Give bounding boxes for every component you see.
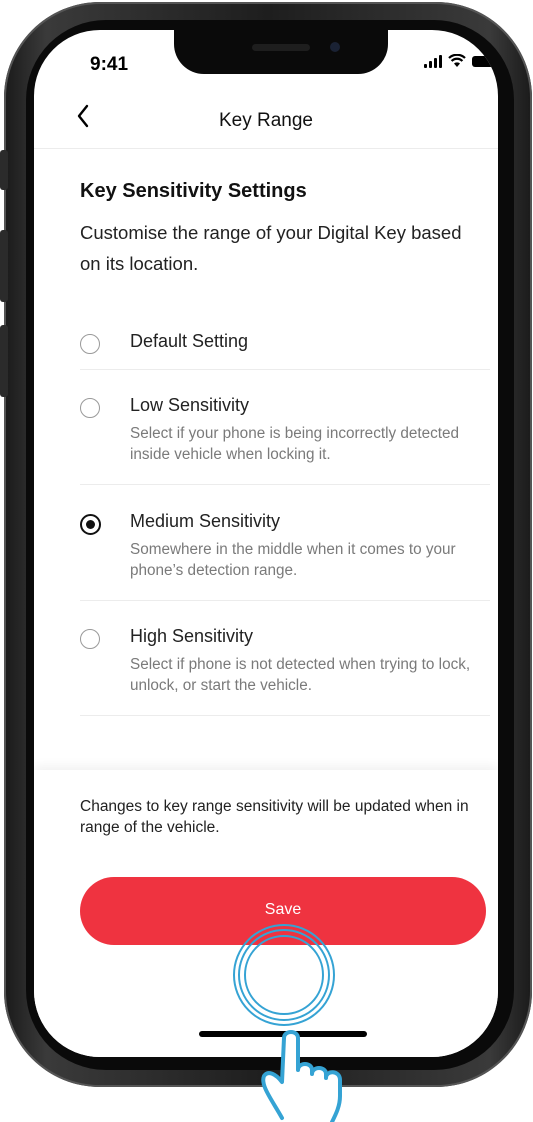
footer-note: Changes to key range sensitivity will be… xyxy=(80,798,469,836)
status-icons xyxy=(424,54,496,68)
status-time: 9:41 xyxy=(90,54,129,75)
radio-low[interactable] xyxy=(80,398,100,418)
option-description: Somewhere in the middle when it comes to… xyxy=(130,541,456,579)
option-title: Medium Sensitivity xyxy=(130,511,281,531)
front-camera xyxy=(330,42,340,52)
pointing-hand-icon xyxy=(261,1030,342,1122)
tap-ring-inner xyxy=(244,935,324,1015)
option-high[interactable]: High Sensitivity Select if phone is not … xyxy=(80,626,490,716)
section-title: Key Sensitivity Settings xyxy=(80,180,307,202)
page-title: Key Range xyxy=(218,110,313,131)
mute-switch xyxy=(0,150,8,190)
phone-screen: 9:41 Key Range Key Sensitivity Settings … xyxy=(34,30,498,1057)
option-title: High Sensitivity xyxy=(130,626,254,646)
notch xyxy=(174,30,388,74)
nav-bar: Key Range xyxy=(34,98,498,149)
save-label: Save xyxy=(264,901,302,918)
radio-high[interactable] xyxy=(80,629,100,649)
radio-default[interactable] xyxy=(80,334,100,354)
volume-up-button xyxy=(0,230,8,302)
option-low[interactable]: Low Sensitivity Select if your phone is … xyxy=(80,395,490,485)
option-medium[interactable]: Medium Sensitivity Somewhere in the midd… xyxy=(80,511,490,601)
volume-down-button xyxy=(0,325,8,397)
option-description: Select if your phone is being incorrectl… xyxy=(130,425,460,463)
speaker xyxy=(252,44,310,51)
wifi-icon xyxy=(448,54,466,67)
battery-icon xyxy=(472,55,496,67)
cellular-signal-icon xyxy=(424,54,442,68)
option-title: Default Setting xyxy=(130,331,249,351)
option-default[interactable]: Default Setting xyxy=(80,331,490,370)
radio-medium-selected[interactable] xyxy=(80,514,101,535)
section: Key Sensitivity Settings Customise the r… xyxy=(80,180,490,279)
option-title: Low Sensitivity xyxy=(130,395,250,415)
option-description: Select if phone is not detected when try… xyxy=(130,656,471,694)
section-description: Customise the range of your Digital Key … xyxy=(80,222,462,274)
